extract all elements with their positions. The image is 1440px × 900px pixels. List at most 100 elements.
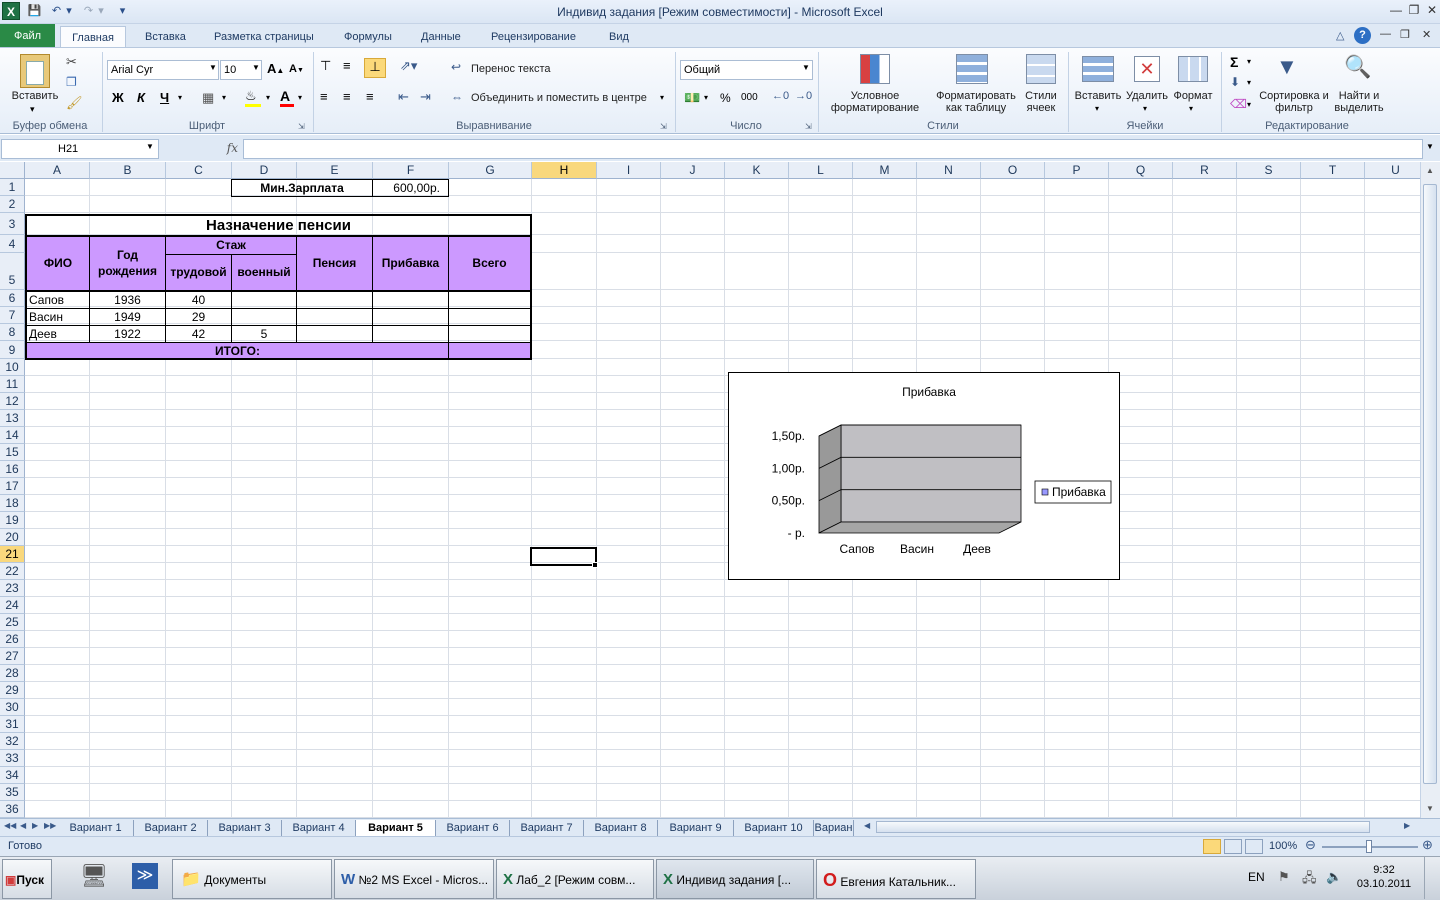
align-right-icon[interactable]: ≡	[366, 89, 374, 104]
data-cell-fio[interactable]: Деев	[25, 325, 90, 343]
borders-icon[interactable]: ▦	[202, 90, 214, 106]
insert-cells-icon[interactable]	[1082, 56, 1114, 82]
find-select-button[interactable]: Найти и выделить	[1330, 90, 1388, 114]
taskbar-excel-individual[interactable]: X Индивид задания [...	[656, 859, 814, 899]
font-dialog-launcher-icon[interactable]: ⇲	[298, 122, 305, 131]
name-box-dropdown-icon[interactable]: ▼	[146, 142, 154, 151]
fill-color-dropdown-icon[interactable]: ▾	[266, 93, 270, 102]
sheet-tab-8[interactable]: Вариант 8	[584, 820, 658, 836]
scroll-up-icon[interactable]: ▲	[1423, 164, 1437, 178]
vertical-scroll-thumb[interactable]	[1423, 184, 1437, 784]
data-cell-year[interactable]: 1949	[89, 308, 166, 326]
table-title-cell[interactable]: Назначение пенсии	[25, 214, 532, 236]
data-cell-empty[interactable]	[296, 291, 373, 309]
tab-data[interactable]: Данные	[419, 26, 463, 48]
zoom-level[interactable]: 100%	[1269, 840, 1297, 852]
cell-styles-button[interactable]: Стили ячеек	[1018, 90, 1064, 114]
data-cell-labor[interactable]: 40	[165, 291, 232, 309]
min-salary-label-cell[interactable]: Мин.Зарплата	[231, 179, 373, 197]
doc-close-icon[interactable]: ✕	[1422, 28, 1431, 41]
clear-dropdown-icon[interactable]: ▾	[1247, 100, 1251, 109]
tab-review[interactable]: Рецензирование	[489, 26, 578, 48]
tab-page-layout[interactable]: Разметка страницы	[212, 26, 316, 48]
page-layout-view-icon[interactable]	[1224, 839, 1242, 854]
fill-handle[interactable]	[592, 562, 598, 568]
data-cell-military[interactable]	[231, 308, 297, 326]
header-military[interactable]: военный	[231, 254, 297, 291]
zoom-in-icon[interactable]: ⊕	[1422, 837, 1433, 853]
collapse-ribbon-icon[interactable]: △	[1336, 29, 1344, 42]
format-cells-button[interactable]: Формат	[1170, 90, 1216, 102]
data-cell-labor[interactable]: 42	[165, 325, 232, 343]
currency-dropdown-icon[interactable]: ▾	[704, 93, 708, 102]
paste-icon[interactable]	[20, 54, 50, 88]
sheet-tab-6[interactable]: Вариант 6	[436, 820, 510, 836]
first-sheet-icon[interactable]: ◀◀	[4, 821, 16, 830]
data-cell-year[interactable]: 1922	[89, 325, 166, 343]
header-birth-year[interactable]: Год рождения	[89, 236, 166, 291]
sheet-tab-11[interactable]: Вариан	[814, 820, 854, 836]
font-size-dropdown-icon[interactable]: ▼	[252, 63, 260, 72]
delete-cells-button[interactable]: Удалить	[1124, 90, 1170, 102]
last-sheet-icon[interactable]: ▶▶	[44, 821, 56, 830]
font-name-dropdown-icon[interactable]: ▼	[209, 63, 217, 72]
decrease-indent-icon[interactable]: ⇤	[398, 89, 409, 105]
vertical-scrollbar[interactable]: ▲ ▼	[1420, 162, 1440, 818]
paste-dropdown-icon[interactable]: ▾	[30, 104, 35, 115]
font-name-combo[interactable]: Arial Cyr	[107, 60, 219, 80]
sheet-tab-3[interactable]: Вариант 3	[208, 820, 282, 836]
percent-button[interactable]: %	[720, 91, 731, 105]
header-labor[interactable]: трудовой	[165, 254, 232, 291]
autosum-dropdown-icon[interactable]: ▾	[1247, 57, 1251, 66]
delete-cells-icon[interactable]: ✕	[1134, 56, 1160, 82]
next-sheet-icon[interactable]: ▶	[32, 821, 38, 830]
powershell-quicklaunch-icon[interactable]: ≫	[132, 863, 158, 889]
horizontal-scroll-thumb[interactable]	[876, 821, 1370, 833]
format-painter-icon[interactable]: 🖌	[66, 95, 83, 111]
selected-cell-h21[interactable]	[530, 547, 597, 566]
align-middle-icon[interactable]: ≡	[343, 58, 351, 73]
increase-decimal-icon[interactable]: ←0	[772, 90, 789, 102]
prev-sheet-icon[interactable]: ◀	[20, 821, 26, 830]
insert-cells-dropdown-icon[interactable]: ▾	[1095, 104, 1099, 113]
wrap-text-icon[interactable]: ↩	[451, 60, 461, 74]
computer-quicklaunch-icon[interactable]: 🖥	[80, 863, 108, 889]
expand-formula-bar-icon[interactable]: ▼	[1426, 142, 1434, 151]
paste-button[interactable]: Вставить	[4, 90, 66, 102]
formula-input[interactable]	[243, 139, 1423, 159]
page-break-view-icon[interactable]	[1245, 839, 1263, 854]
header-pension[interactable]: Пенсия	[296, 236, 373, 291]
number-dialog-launcher-icon[interactable]: ⇲	[805, 122, 812, 131]
decrease-decimal-icon[interactable]: →0	[795, 90, 812, 102]
doc-restore-icon[interactable]: ❐	[1400, 28, 1410, 41]
align-left-icon[interactable]: ≡	[320, 89, 328, 104]
start-button[interactable]: ▣Пуск	[2, 859, 52, 899]
data-cell-empty[interactable]	[372, 325, 449, 343]
number-format-dropdown-icon[interactable]: ▼	[802, 63, 810, 72]
data-cell-military[interactable]	[231, 291, 297, 309]
cut-icon[interactable]: ✂	[66, 54, 77, 70]
insert-cells-button[interactable]: Вставить	[1072, 90, 1124, 102]
data-cell-empty[interactable]	[372, 308, 449, 326]
volume-icon[interactable]: 🔈	[1326, 869, 1342, 885]
alignment-dialog-launcher-icon[interactable]: ⇲	[660, 122, 667, 131]
hscroll-left-icon[interactable]: ◀	[864, 821, 870, 830]
taskbar-opera[interactable]: O Евгения Катальник...	[816, 859, 976, 899]
data-cell-fio[interactable]: Васин	[25, 308, 90, 326]
merge-center-icon[interactable]: ⇔	[451, 90, 463, 104]
normal-view-icon[interactable]	[1203, 839, 1221, 854]
show-desktop-button[interactable]	[1424, 857, 1438, 899]
underline-button[interactable]: Ч	[160, 90, 169, 105]
orientation-icon[interactable]: ⇗▾	[400, 58, 417, 74]
header-fio[interactable]: ФИО	[25, 236, 90, 291]
zoom-slider-thumb[interactable]	[1366, 840, 1372, 853]
tab-home[interactable]: Главная	[60, 26, 126, 49]
copy-icon[interactable]: ❐	[66, 75, 77, 89]
sheet-tab-1[interactable]: Вариант 1	[58, 820, 134, 836]
tab-view[interactable]: Вид	[607, 26, 631, 48]
bold-button[interactable]: Ж	[112, 90, 124, 105]
clock[interactable]: 9:32 03.10.2011	[1352, 863, 1416, 891]
merge-center-button[interactable]: Объединить и поместить в центре	[471, 90, 647, 106]
taskbar-word-doc[interactable]: W №2 MS Excel - Micros...	[334, 859, 494, 899]
clear-icon[interactable]: ⌫	[1230, 97, 1247, 111]
